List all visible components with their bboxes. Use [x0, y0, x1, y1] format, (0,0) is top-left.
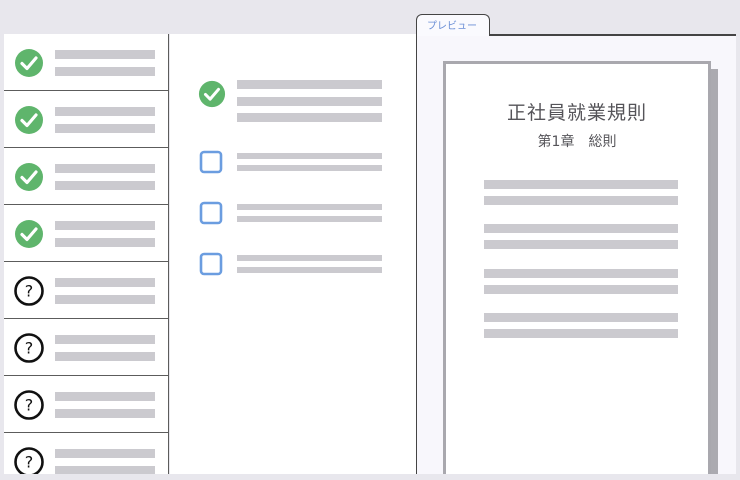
checklist-text-placeholder: [237, 153, 382, 159]
question-circle-icon: ?: [14, 390, 44, 420]
svg-text:?: ?: [25, 282, 34, 301]
item-subtitle-placeholder: [55, 295, 155, 304]
item-title-placeholder: [55, 278, 155, 287]
document-text-placeholder: [484, 313, 678, 322]
document-text-placeholder: [484, 240, 678, 249]
checklist-text-placeholder: [237, 165, 382, 171]
checklist-item[interactable]: [170, 76, 416, 126]
checklist-text-placeholder: [237, 97, 382, 106]
svg-text:?: ?: [25, 339, 34, 358]
document-text-placeholder: [484, 285, 678, 294]
checklist-item[interactable]: [170, 201, 416, 231]
tab-strip-border: [490, 34, 736, 35]
item-title-placeholder: [55, 335, 155, 344]
document-text-placeholder: [484, 329, 678, 338]
checkbox-icon[interactable]: [199, 252, 223, 276]
checkbox-icon[interactable]: [199, 201, 223, 225]
document-text-placeholder: [484, 224, 678, 233]
section-list-item[interactable]: [4, 34, 168, 91]
svg-text:?: ?: [25, 453, 34, 472]
checklist-text-placeholder: [237, 216, 382, 222]
svg-text:?: ?: [25, 396, 34, 415]
checklist-text-placeholder: [237, 267, 382, 273]
check-circle-icon: [15, 163, 43, 191]
section-list-item[interactable]: [4, 148, 168, 205]
item-subtitle-placeholder: [55, 67, 155, 76]
document-text-placeholder: [484, 269, 678, 278]
item-title-placeholder: [55, 449, 155, 458]
checklist-text-placeholder: [237, 80, 382, 89]
item-title-placeholder: [55, 164, 155, 173]
item-title-placeholder: [55, 221, 155, 230]
question-circle-icon: ?: [14, 276, 44, 306]
tab-preview[interactable]: プレビュー: [416, 14, 490, 36]
section-list-item[interactable]: [4, 205, 168, 262]
check-circle-icon: [15, 106, 43, 134]
checklist-panel: [170, 34, 416, 475]
document-chapter-heading: 第1章 総則: [537, 134, 617, 150]
section-list-item[interactable]: ?: [4, 433, 168, 475]
check-circle-icon[interactable]: [198, 80, 226, 108]
item-subtitle-placeholder: [55, 409, 155, 418]
checklist-text-placeholder: [237, 204, 382, 210]
item-subtitle-placeholder: [55, 352, 155, 361]
item-subtitle-placeholder: [55, 238, 155, 247]
document-text-placeholder: [484, 180, 678, 189]
checklist-text-placeholder: [237, 255, 382, 261]
question-circle-icon: ?: [14, 447, 44, 475]
question-circle-icon: ?: [14, 333, 44, 363]
document-page: 正社員就業規則 第1章 総則: [443, 61, 711, 480]
section-list-sidebar: ? ? ? ?: [4, 34, 169, 475]
check-circle-icon: [15, 220, 43, 248]
section-list-item[interactable]: [4, 91, 168, 148]
checkbox-icon[interactable]: [199, 150, 223, 174]
item-title-placeholder: [55, 392, 155, 401]
item-subtitle-placeholder: [55, 181, 155, 190]
item-subtitle-placeholder: [55, 124, 155, 133]
item-title-placeholder: [55, 107, 155, 116]
section-list-item[interactable]: ?: [4, 262, 168, 319]
item-title-placeholder: [55, 50, 155, 59]
checklist-item[interactable]: [170, 252, 416, 282]
section-list-item[interactable]: ?: [4, 376, 168, 433]
checklist-item[interactable]: [170, 150, 416, 180]
section-list-item[interactable]: ?: [4, 319, 168, 376]
check-circle-icon: [15, 49, 43, 77]
window-bottom-edge: [0, 474, 740, 480]
document-text-placeholder: [484, 196, 678, 205]
document-title: 正社員就業規則: [506, 102, 647, 124]
checklist-text-placeholder: [237, 113, 382, 122]
